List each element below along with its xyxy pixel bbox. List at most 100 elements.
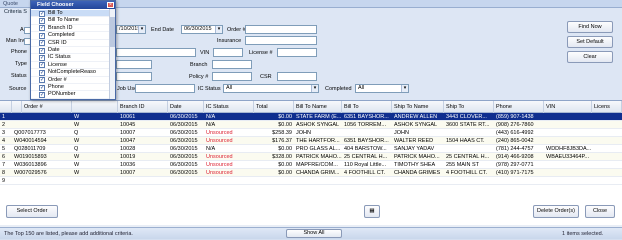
close-button[interactable]: Close — [585, 205, 615, 218]
field-checkbox[interactable]: ✓ — [39, 32, 45, 39]
grid-view-button[interactable]: ▦ — [364, 205, 380, 218]
field-checkbox[interactable]: ✓ — [39, 77, 45, 84]
field-checkbox[interactable]: ✓ — [39, 84, 45, 91]
column-header-type[interactable] — [72, 101, 118, 113]
column-header-vin[interactable]: VIN — [544, 101, 592, 113]
field-chooser-item[interactable]: ✓ Branch ID — [31, 25, 109, 33]
field-chooser-item[interactable]: ✓ License — [31, 62, 109, 70]
vin-input[interactable] — [213, 48, 243, 57]
scroll-thumb[interactable] — [110, 17, 115, 47]
branch-input[interactable] — [212, 60, 252, 69]
field-chooser-item-label: Completed — [48, 32, 75, 39]
field-chooser-item[interactable]: ✓ Date — [31, 47, 109, 55]
field-checkbox[interactable]: ✓ — [39, 54, 45, 61]
field-checkbox[interactable]: ✓ — [39, 25, 45, 32]
type-label: Type — [15, 61, 27, 67]
field-checkbox[interactable]: ✓ — [39, 40, 45, 47]
delete-orders-button[interactable]: Delete Order(s) — [533, 205, 579, 218]
table-cell-ic: Unsourced — [206, 138, 233, 144]
column-header-ship-to[interactable]: Ship To — [444, 101, 494, 113]
license-label: License # — [249, 50, 273, 56]
column-header-ship-to-name[interactable]: Ship To Name — [392, 101, 444, 113]
table-row[interactable]: 1 W 10061 06/30/2015 N/A $0.00 STATE FARM (E..… — [0, 113, 622, 121]
set-default-button[interactable]: Set Default — [567, 36, 613, 48]
status-input[interactable] — [116, 72, 152, 81]
field-checkbox[interactable]: ✓ — [39, 69, 45, 76]
end-date-field[interactable]: 06/30/2015 ▾ — [181, 25, 223, 34]
table-cell-total: $176.37 — [272, 138, 292, 144]
chevron-down-icon[interactable]: ▾ — [401, 85, 408, 92]
table-row[interactable]: 3 Q007017773 Q 10007 06/30/2015 Unsourced $258… — [0, 129, 622, 137]
table-cell-total — [254, 177, 294, 185]
table-cell-st: 4 FOOTHILL CT. — [446, 170, 488, 176]
column-header-bill-to-name[interactable]: Bill To Name — [294, 101, 342, 113]
type-input[interactable] — [116, 60, 152, 69]
find-now-button[interactable]: Find Now — [567, 21, 613, 33]
csr-input[interactable] — [277, 72, 317, 81]
field-chooser-item[interactable]: ✓ Phone — [31, 84, 109, 92]
field-chooser-scrollbar[interactable] — [109, 9, 115, 99]
results-grid[interactable]: Order # Branch ID Date IC Status Total B… — [0, 100, 622, 226]
table-cell-st: 3443 CLOVER... — [446, 114, 487, 120]
license-input[interactable] — [277, 48, 317, 57]
select-order-button[interactable]: Select Order — [6, 205, 58, 218]
status-bar: The Top 150 are listed, please add addit… — [0, 227, 622, 239]
table-row[interactable]: 5 Q028011709 Q 10028 06/30/2015 N/A $0.00 PRO G… — [0, 145, 622, 153]
table-row[interactable]: 8 W007029576 W 10007 06/30/2015 Unsourced $0.0… — [0, 169, 622, 177]
table-row[interactable]: 6 W019015893 W 10019 06/30/2015 Unsourced $328… — [0, 153, 622, 161]
start-date-field[interactable]: /10/2015 ▾ — [116, 25, 146, 34]
field-checkbox[interactable]: ✓ — [39, 91, 45, 98]
chevron-down-icon[interactable]: ▾ — [138, 26, 145, 33]
table-row[interactable]: 2 W 10045 06/30/2015 N/A $0.00 ASHOK SYNGAL 105… — [0, 121, 622, 129]
column-header-ic-status[interactable]: IC Status — [204, 101, 254, 113]
policy-input[interactable] — [212, 72, 252, 81]
field-chooser-item[interactable]: ✓ IC Status — [31, 54, 109, 62]
ic-status-select[interactable]: All ▾ — [223, 84, 319, 93]
insurance-input[interactable] — [245, 36, 317, 45]
column-header-phone[interactable]: Phone — [494, 101, 544, 113]
table-cell-order — [12, 121, 72, 129]
table-row[interactable]: 4 W040014594 W 10047 06/30/2015 Unsourced $176… — [0, 137, 622, 145]
table-cell-date: 06/30/2015 — [170, 130, 198, 136]
table-cell-stn: ASHOK SYNGAL — [394, 122, 438, 128]
table-cell-st: 3600 STATE RT... — [446, 122, 490, 128]
table-cell-ic — [204, 177, 254, 185]
column-header-date[interactable]: Date — [168, 101, 204, 113]
job-user-input[interactable] — [135, 84, 195, 93]
table-cell-ic: Unsourced — [206, 130, 233, 136]
table-row[interactable]: 9 — [0, 177, 622, 185]
field-chooser-item[interactable]: ✓ CSR ID — [31, 40, 109, 47]
field-chooser-panel[interactable]: Field Chooser × ✓ Bill To ✓ Bill To Name ✓ Br… — [30, 0, 116, 100]
table-cell-total: $0.00 — [278, 170, 292, 176]
field-chooser-item[interactable]: ✓ Bill To — [31, 10, 109, 18]
table-cell-phone: (240) 865-0042 — [496, 138, 534, 144]
column-header-order[interactable]: Order # — [22, 101, 72, 113]
column-header-total[interactable]: Total — [254, 101, 294, 113]
close-icon[interactable]: × — [107, 2, 114, 8]
table-cell-date: 06/30/2015 — [170, 114, 198, 120]
field-chooser-item[interactable]: ✓ Bill To Name — [31, 17, 109, 25]
clear-button[interactable]: Clear — [567, 51, 613, 63]
column-header-branch-id[interactable]: Branch ID — [118, 101, 168, 113]
column-header-bill-to[interactable]: Bill To — [342, 101, 392, 113]
field-chooser-item[interactable]: ✓ PONumber — [31, 91, 109, 99]
table-cell-vin — [544, 161, 592, 169]
field-chooser-item[interactable]: ✓ Completed — [31, 32, 109, 40]
field-chooser-item[interactable]: ✓ NotCompleteReaso — [31, 69, 109, 77]
table-cell-n: 6 — [2, 154, 6, 160]
phone-input[interactable] — [116, 48, 196, 57]
selection-count: 1 items selected. — [562, 231, 604, 237]
completed-select[interactable]: All ▾ — [355, 84, 409, 93]
field-checkbox[interactable]: ✓ — [39, 10, 45, 17]
field-checkbox[interactable]: ✓ — [39, 47, 45, 54]
column-header-license[interactable]: Licens — [592, 101, 622, 113]
chevron-down-icon[interactable]: ▾ — [311, 85, 318, 92]
table-cell-ic: N/A — [206, 122, 216, 128]
order-number-input[interactable] — [245, 25, 317, 34]
field-chooser-item[interactable]: ✓ Order # — [31, 77, 109, 84]
show-all-button[interactable]: Show All — [286, 229, 342, 238]
table-row[interactable]: 7 W036013896 W 10036 06/30/2015 Unsourced $0.0… — [0, 161, 622, 169]
field-checkbox[interactable]: ✓ — [39, 17, 45, 24]
chevron-down-icon[interactable]: ▾ — [215, 26, 222, 33]
field-checkbox[interactable]: ✓ — [39, 62, 45, 69]
